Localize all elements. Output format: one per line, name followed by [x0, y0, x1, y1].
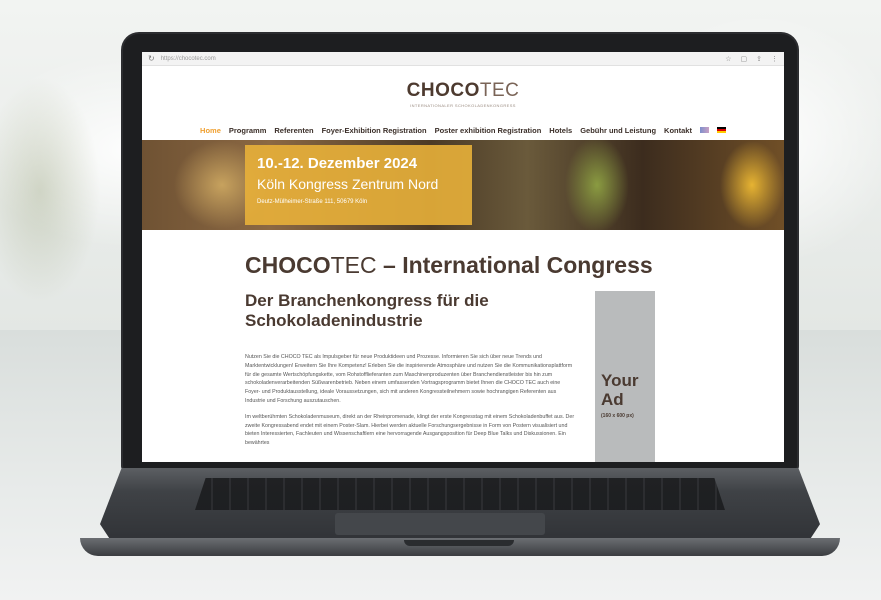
- ad-size: (160 x 600 px): [601, 413, 634, 419]
- museum-paragraph: Im weltberühmten Schokoladenmuseum, dire…: [245, 413, 575, 447]
- laptop-keyboard: [195, 478, 725, 510]
- logo-subtitle: INTERNATIONALER SCHOKOLADENKONGRESS: [410, 103, 516, 108]
- browser-bar: ↻ https://chocotec.com ☆ ▢ ⇪ ⋮: [142, 52, 784, 66]
- page-title: CHOCOTEC – International Congress: [245, 252, 784, 279]
- site-header: CHOCOTEC INTERNATIONALER SCHOKOLADENKONG…: [142, 66, 784, 120]
- main-nav: Home Programm Referenten Foyer-Exhibitio…: [142, 120, 784, 140]
- title-brand-light: TEC: [330, 252, 377, 278]
- section-subtitle: Der Branchenkongress für die Schokoladen…: [245, 291, 489, 330]
- nav-item-kontakt[interactable]: Kontakt: [664, 126, 692, 135]
- site-logo[interactable]: CHOCOTEC: [142, 66, 784, 102]
- content-row: Der Branchenkongress für die Schokoladen…: [245, 291, 784, 462]
- nav-item-gebuehr[interactable]: Gebühr und Leistung: [580, 126, 656, 135]
- ad-title: Your Ad: [601, 371, 639, 409]
- extensions-icon[interactable]: ▢: [741, 55, 748, 63]
- share-icon[interactable]: ⇪: [756, 55, 762, 63]
- laptop-trackpad[interactable]: [335, 513, 545, 535]
- title-rest: – International Congress: [376, 252, 653, 278]
- nav-item-referenten[interactable]: Referenten: [274, 126, 313, 135]
- nav-item-poster-exhibition[interactable]: Poster exhibition Registration: [435, 126, 542, 135]
- menu-icon[interactable]: ⋮: [771, 55, 778, 63]
- hero-info-box: 10.-12. Dezember 2024 Köln Kongress Zent…: [245, 145, 472, 225]
- logo-bold: CHOCO: [406, 80, 480, 101]
- background-plant: [0, 40, 140, 340]
- browser-tools: ☆ ▢ ⇪ ⋮: [725, 55, 778, 63]
- title-brand-bold: CHOCO: [245, 252, 331, 278]
- hero-date: 10.-12. Dezember 2024: [257, 155, 418, 172]
- ad-banner[interactable]: Your Ad (160 x 600 px): [595, 291, 655, 462]
- english-flag-icon[interactable]: [699, 127, 709, 133]
- hero-banner: 10.-12. Dezember 2024 Köln Kongress Zent…: [142, 140, 784, 230]
- main-content: CHOCOTEC – International Congress Der Br…: [142, 252, 784, 462]
- german-flag-icon[interactable]: [716, 127, 726, 133]
- logo-light: TEC: [479, 80, 520, 101]
- reload-icon[interactable]: ↻: [148, 54, 155, 63]
- intro-paragraph: Nutzen Sie die CHOCO TEC als Impulsgeber…: [245, 354, 573, 404]
- laptop-notch: [404, 540, 514, 546]
- nav-item-home[interactable]: Home: [200, 126, 221, 135]
- laptop-screen: ↻ https://chocotec.com ☆ ▢ ⇪ ⋮ CHOCOTEC …: [142, 52, 784, 462]
- url-bar[interactable]: https://chocotec.com: [161, 56, 720, 62]
- hero-venue: Köln Kongress Zentrum Nord: [257, 176, 439, 192]
- nav-item-foyer-exhibition[interactable]: Foyer-Exhibition Registration: [322, 126, 427, 135]
- nav-item-programm[interactable]: Programm: [229, 126, 267, 135]
- text-column: Der Branchenkongress für die Schokoladen…: [245, 291, 585, 462]
- hero-address: Deutz-Mülheimer-Straße 111, 50679 Köln: [257, 199, 368, 205]
- nav-item-hotels[interactable]: Hotels: [549, 126, 572, 135]
- star-icon[interactable]: ☆: [725, 55, 731, 63]
